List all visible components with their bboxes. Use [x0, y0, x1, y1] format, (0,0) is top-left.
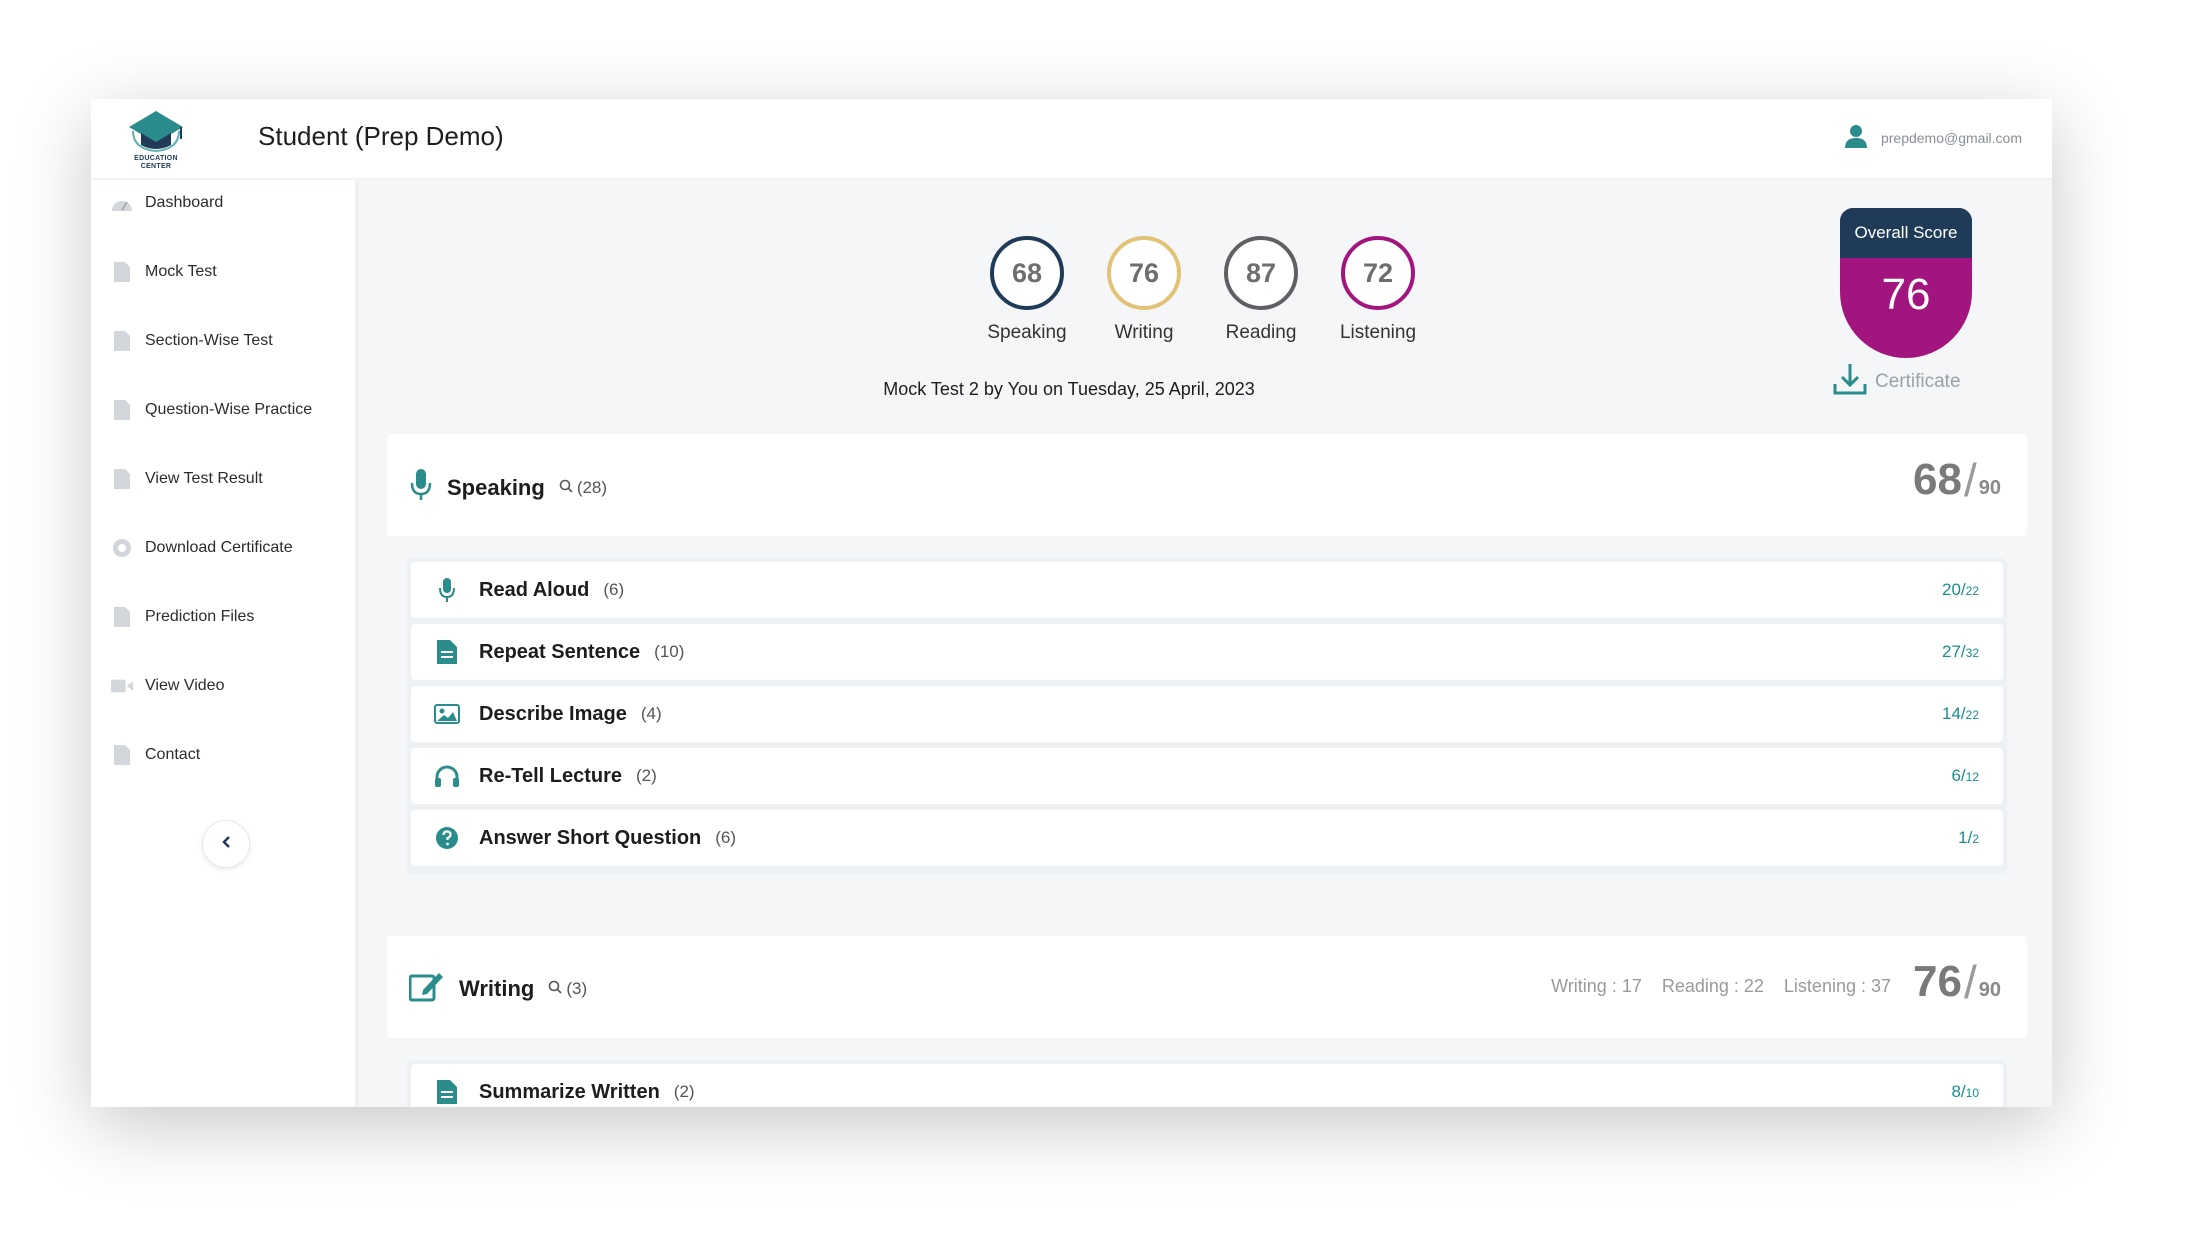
- sidebar-item-dashboard[interactable]: Dashboard: [111, 188, 223, 218]
- writing-question-count: (3): [548, 979, 587, 999]
- search-icon: [548, 979, 562, 999]
- sidebar-item-label: Mock Test: [145, 263, 217, 280]
- top-header: EDUCATION CENTER Student (Prep Demo) pre…: [91, 99, 2052, 179]
- writing-section-title: Writing (3): [408, 970, 587, 1007]
- headphones-icon: [427, 764, 467, 788]
- speaking-section-header[interactable]: Speaking (28) 68 / 90: [387, 434, 2027, 536]
- document-icon: [427, 1080, 467, 1104]
- page-title: Student (Prep Demo): [258, 121, 504, 151]
- sidebar-item-label: Download Certificate: [145, 539, 293, 556]
- task-row-repeat-sentence[interactable]: Repeat Sentence (10) 27/32: [411, 624, 2003, 680]
- task-row-describe-image[interactable]: Describe Image (4) 14/22: [411, 686, 2003, 742]
- task-score: 1/2: [1958, 828, 1979, 847]
- speaking-section-title: Speaking (28): [409, 468, 607, 507]
- question-circle-icon: [427, 826, 467, 850]
- logo-caption: EDUCATION CENTER: [134, 155, 178, 170]
- writing-section-name: Writing: [459, 975, 535, 1001]
- edit-icon: [408, 970, 445, 1007]
- task-score: 20/22: [1941, 580, 1979, 599]
- image-icon: [427, 704, 467, 724]
- overall-score-value: 76: [1881, 270, 1931, 319]
- speaking-section-score: 68 / 90: [1913, 454, 2001, 506]
- reading-score-label: Reading: [1225, 322, 1297, 343]
- task-row-summarize-written[interactable]: Summarize Written (2) 8/10: [411, 1064, 2003, 1107]
- writing-score-circle: 76: [1107, 236, 1181, 310]
- sidebar: Dashboard Mock Test Section-Wise Test Qu…: [91, 180, 359, 1107]
- user-account[interactable]: prepdemo@gmail.com: [1844, 123, 2022, 153]
- chevron-left-icon: [221, 835, 231, 854]
- sidebar-item-view-test-result[interactable]: View Test Result: [111, 464, 263, 494]
- document-icon: [111, 744, 133, 766]
- reading-score-circle: 87: [1224, 236, 1298, 310]
- search-icon: [559, 478, 573, 498]
- sidebar-item-prediction-files[interactable]: Prediction Files: [111, 602, 254, 632]
- dashboard-icon: [111, 192, 133, 214]
- document-icon: [427, 640, 467, 664]
- certificate-label: Certificate: [1875, 371, 1961, 392]
- writing-section-header[interactable]: Writing (3) Writing : 17 Reading : 22 Li…: [387, 936, 2027, 1038]
- main-content: 68 Speaking 76 Writing 87 Reading 72 Lis…: [363, 180, 2052, 1107]
- speaking-section-name: Speaking: [447, 474, 545, 500]
- task-row-read-aloud[interactable]: Read Aloud (6) 20/22: [411, 562, 2003, 618]
- listening-score-label: Listening: [1339, 322, 1417, 343]
- document-icon: [111, 330, 133, 352]
- download-icon: [1833, 362, 1867, 402]
- speaking-task-list: Read Aloud (6) 20/22 Repeat Sentence (10…: [407, 558, 2007, 874]
- writing-section-score: 76 / 90: [1913, 956, 2001, 1008]
- microphone-icon: [427, 577, 467, 603]
- writing-skill-breakdown: Writing : 17 Reading : 22 Listening : 37: [1551, 976, 1891, 996]
- sidebar-item-section-wise-test[interactable]: Section-Wise Test: [111, 326, 273, 356]
- document-icon: [111, 606, 133, 628]
- video-icon: [111, 675, 133, 697]
- sidebar-item-label: Section-Wise Test: [145, 332, 273, 349]
- speaking-score-circle: 68: [990, 236, 1064, 310]
- writing-score-label: Writing: [1114, 322, 1174, 343]
- user-email: prepdemo@gmail.com: [1880, 130, 2022, 146]
- writing-task-list: Summarize Written (2) 8/10: [407, 1060, 2007, 1107]
- education-center-logo[interactable]: EDUCATION CENTER: [119, 105, 193, 173]
- sidebar-item-label: Prediction Files: [145, 608, 255, 625]
- sidebar-item-label: Question-Wise Practice: [145, 401, 313, 418]
- task-score: 6/12: [1951, 766, 1979, 785]
- document-icon: [111, 399, 133, 421]
- sidebar-item-label: View Test Result: [145, 470, 263, 487]
- task-row-re-tell-lecture[interactable]: Re-Tell Lecture (2) 6/12: [411, 748, 2003, 804]
- speaking-question-count: (28): [559, 478, 607, 498]
- sidebar-item-contact[interactable]: Contact: [111, 740, 200, 770]
- sidebar-item-question-wise-practice[interactable]: Question-Wise Practice: [111, 395, 312, 425]
- sidebar-item-label: Contact: [145, 746, 201, 763]
- overall-score-card: Overall Score 76: [1840, 208, 1972, 358]
- test-info: Mock Test 2 by You on Tuesday, 25 April,…: [883, 379, 1255, 399]
- sidebar-item-download-certificate[interactable]: Download Certificate: [111, 533, 293, 563]
- overall-score-label: Overall Score: [1840, 208, 1972, 258]
- sidebar-item-view-video[interactable]: View Video: [111, 671, 224, 701]
- task-score: 27/32: [1941, 642, 1979, 661]
- listening-score-circle: 72: [1341, 236, 1415, 310]
- user-icon: [1844, 124, 1867, 153]
- certificate-download-link[interactable]: Certificate: [1833, 362, 1961, 402]
- task-row-answer-short-question[interactable]: Answer Short Question (6) 1/2: [411, 810, 2003, 866]
- sidebar-collapse-button[interactable]: [202, 820, 250, 868]
- sidebar-item-label: View Video: [145, 677, 225, 694]
- task-score: 8/10: [1951, 1082, 1979, 1101]
- sidebar-item-mock-test[interactable]: Mock Test: [111, 257, 217, 287]
- speaking-score-label: Speaking: [987, 322, 1067, 343]
- microphone-icon: [409, 468, 433, 507]
- sidebar-item-label: Dashboard: [145, 194, 224, 211]
- document-icon: [111, 261, 133, 283]
- task-score: 14/22: [1941, 704, 1979, 723]
- app-window: EDUCATION CENTER Student (Prep Demo) pre…: [91, 99, 2052, 1107]
- document-icon: [111, 468, 133, 490]
- certificate-icon: [111, 537, 133, 559]
